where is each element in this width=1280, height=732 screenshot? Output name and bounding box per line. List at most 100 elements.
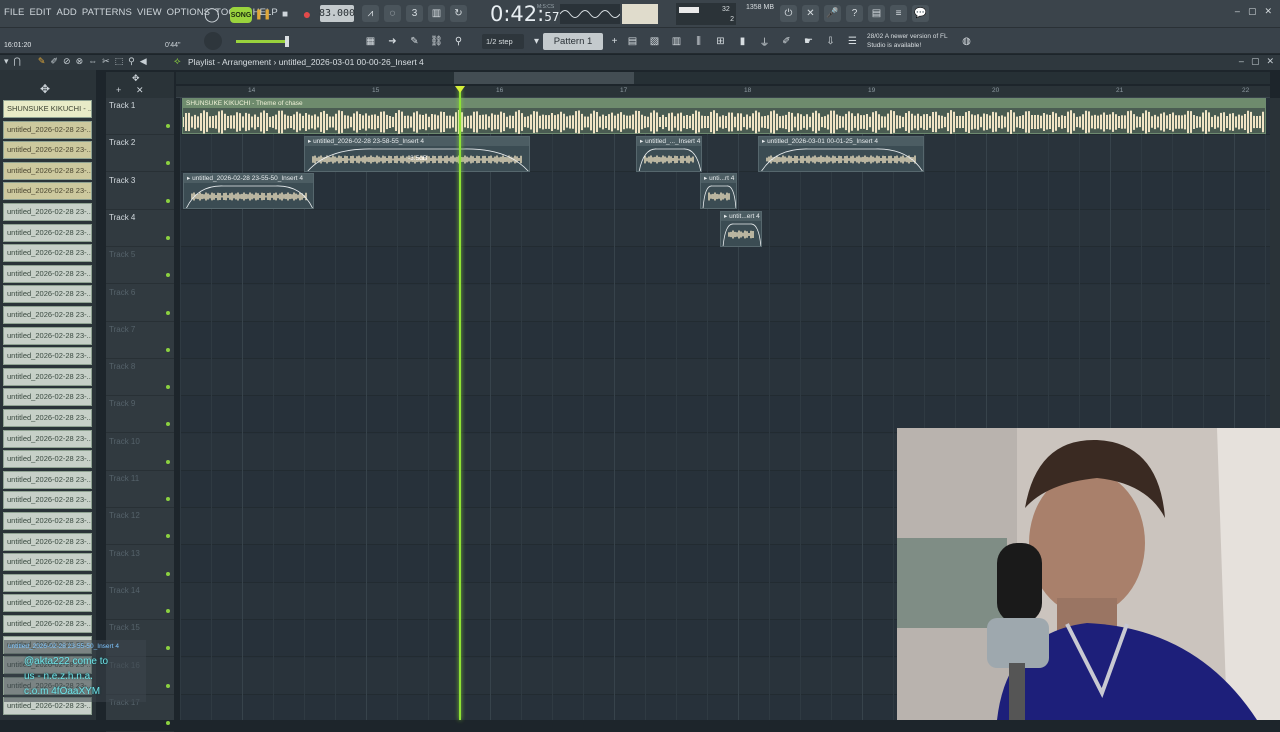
- track-header[interactable]: Track 6: [106, 285, 174, 322]
- track-mute-led[interactable]: [166, 459, 170, 464]
- track-header[interactable]: Track 9: [106, 396, 174, 434]
- help-icon[interactable]: ?: [846, 5, 863, 22]
- picker-item-song[interactable]: SHUNSUKE KIKUCHI - ...: [3, 100, 92, 118]
- track-mute-led[interactable]: [166, 497, 170, 501]
- save-icon[interactable]: ▤: [868, 5, 885, 22]
- track-header[interactable]: Track 14: [106, 583, 174, 620]
- minimize-icon[interactable]: –: [1235, 6, 1240, 17]
- pencil-icon[interactable]: ✎: [406, 33, 423, 50]
- magnet-icon[interactable]: ⋂: [14, 56, 21, 67]
- menu-item-view[interactable]: VIEW: [137, 7, 162, 18]
- globe-icon[interactable]: ◍: [958, 33, 975, 50]
- picker-item[interactable]: untitled_2026-02-28 23-...: [3, 182, 92, 201]
- picker-item[interactable]: untitled_2026-02-28 23-...: [3, 429, 92, 448]
- master-volume-slider[interactable]: [236, 40, 288, 43]
- picker-item[interactable]: untitled_2026-02-28 23-...: [3, 450, 92, 469]
- playback-tool-icon[interactable]: ◀: [140, 56, 147, 67]
- picker-item[interactable]: untitled_2026-02-28 23-...: [3, 491, 92, 510]
- picker-item[interactable]: untitled_2026-02-28 23-...: [3, 409, 92, 427]
- picker-item[interactable]: untitled_2026-02-28 23-...: [3, 367, 92, 386]
- close-small-icon[interactable]: ✕: [136, 85, 144, 96]
- playlist-overview-scrollbar[interactable]: [176, 72, 1270, 84]
- picker-item[interactable]: untitled_2026-02-28 23-...: [3, 347, 92, 366]
- track-mute-led[interactable]: [166, 571, 170, 576]
- audio-clip[interactable]: ▸ untitled_2026-02-28 23-55-50_Insert 4: [183, 173, 314, 209]
- audio-clip[interactable]: ▸ untitled_2026-02-28 23-58-55_Insert 4: [304, 136, 530, 172]
- picker-item[interactable]: untitled_2026-02-28 23-...: [3, 553, 92, 572]
- track-mute-led[interactable]: [166, 198, 170, 203]
- browser-icon[interactable]: ⊞: [712, 33, 729, 50]
- track-mute-led[interactable]: [166, 683, 170, 688]
- track-mute-led[interactable]: [166, 124, 170, 128]
- picker-item[interactable]: untitled_2026-02-28 23-...: [3, 264, 92, 283]
- picker-item[interactable]: untitled_2026-02-28 23-...: [3, 285, 92, 304]
- slip-tool-icon[interactable]: ⇔: [88, 56, 97, 67]
- track-mute-led[interactable]: [166, 347, 170, 352]
- record-button[interactable]: ●: [298, 5, 316, 23]
- pause-button[interactable]: ❚❚: [254, 5, 272, 23]
- power-icon[interactable]: ⏻: [780, 5, 797, 22]
- track-mute-led[interactable]: [166, 422, 170, 427]
- picker-item[interactable]: untitled_2026-02-28 23-...: [3, 306, 92, 324]
- restore-icon[interactable]: ▢: [1248, 6, 1257, 17]
- tempo-display[interactable]: 83.000: [319, 5, 355, 22]
- piano-roll-icon[interactable]: ▧: [646, 33, 663, 50]
- track-header[interactable]: Track 3: [106, 173, 174, 210]
- add-pattern-icon[interactable]: +: [606, 33, 623, 50]
- list-icon[interactable]: ☰: [844, 33, 861, 50]
- touch-icon[interactable]: ☛: [800, 33, 817, 50]
- picker-item[interactable]: untitled_2026-02-28 23-...: [3, 388, 92, 407]
- track-mute-led[interactable]: [166, 385, 170, 390]
- add-track-icon[interactable]: +: [116, 85, 121, 95]
- picker-item[interactable]: untitled_2026-02-28 23-...: [3, 244, 92, 263]
- time-ruler[interactable]: 14 15 16 17 18 19 20 21 22: [176, 86, 1270, 98]
- slice-tool-icon[interactable]: ✂: [102, 56, 110, 67]
- menu-item-add[interactable]: ADD: [57, 7, 77, 18]
- menu-item-edit[interactable]: EDIT: [29, 7, 51, 18]
- menu-item-file[interactable]: FILE: [4, 7, 24, 18]
- update-notice[interactable]: 28/02 A newer version of FL Studio is av…: [867, 32, 962, 50]
- mixer-icon[interactable]: ≡: [890, 5, 907, 22]
- minimize-icon[interactable]: –: [1239, 56, 1244, 67]
- song-mode-toggle[interactable]: SONG: [230, 7, 252, 23]
- picker-item[interactable]: untitled_2026-02-28 23-...: [3, 573, 92, 592]
- track-header[interactable]: Track 10: [106, 434, 174, 471]
- metronome-icon[interactable]: ⩘: [362, 5, 379, 22]
- track-mute-led[interactable]: [166, 235, 170, 240]
- track-lane[interactable]: [180, 284, 1270, 322]
- select-tool-icon[interactable]: ⬚: [115, 56, 124, 67]
- mute-tool-icon[interactable]: ⊗: [76, 56, 84, 67]
- playlist-icon[interactable]: ▤: [624, 33, 641, 50]
- track-mute-led[interactable]: [166, 310, 170, 315]
- picker-item[interactable]: untitled_2026-02-28 23-...: [3, 223, 92, 242]
- picker-item[interactable]: untitled_2026-02-28 23-...: [3, 141, 92, 160]
- piano-icon[interactable]: ▦: [362, 33, 379, 50]
- blend-notes-icon[interactable]: ▥: [428, 5, 445, 22]
- track-mute-led[interactable]: [166, 534, 170, 539]
- brush-icon[interactable]: ✐: [778, 33, 795, 50]
- channel-rack-icon[interactable]: ▥: [668, 33, 685, 50]
- track-header[interactable]: Track 8: [106, 359, 174, 397]
- track-lane[interactable]: [180, 359, 1270, 397]
- menu-item-patterns[interactable]: PATTERNS: [82, 7, 132, 18]
- picker-item[interactable]: untitled_2026-02-28 23-...: [3, 120, 92, 139]
- picker-item[interactable]: untitled_2026-02-28 23-...: [3, 161, 92, 180]
- song-audio-clip[interactable]: SHUNSUKE KIKUCHI - Theme of chase: [182, 98, 1266, 134]
- picker-item[interactable]: untitled_2026-02-28 23-...: [3, 203, 92, 221]
- zoom-tool-icon[interactable]: ⚲: [128, 56, 135, 67]
- snap-select[interactable]: 1/2 step: [482, 34, 524, 49]
- track-lane[interactable]: [180, 321, 1270, 359]
- picker-item[interactable]: untitled_2026-02-28 23-...: [3, 326, 92, 345]
- audio-clip[interactable]: ▸ unti...rt 4: [700, 173, 737, 209]
- paint-tool-icon[interactable]: ✐: [50, 56, 58, 67]
- close-icon[interactable]: ✕: [1266, 56, 1274, 67]
- crosshair-icon[interactable]: ✥: [40, 82, 50, 96]
- countdown-icon[interactable]: 3: [406, 5, 423, 22]
- maximize-icon[interactable]: ▢: [1251, 56, 1260, 67]
- audio-clip[interactable]: ▸ untit...ert 4: [720, 211, 762, 247]
- track-mute-led[interactable]: [166, 273, 170, 278]
- pattern-selector[interactable]: Pattern 1: [543, 33, 603, 50]
- track-header[interactable]: Track 12: [106, 508, 174, 546]
- picker-item[interactable]: untitled_2026-02-28 23-...: [3, 594, 92, 613]
- overview-scroll-thumb[interactable]: [454, 72, 634, 84]
